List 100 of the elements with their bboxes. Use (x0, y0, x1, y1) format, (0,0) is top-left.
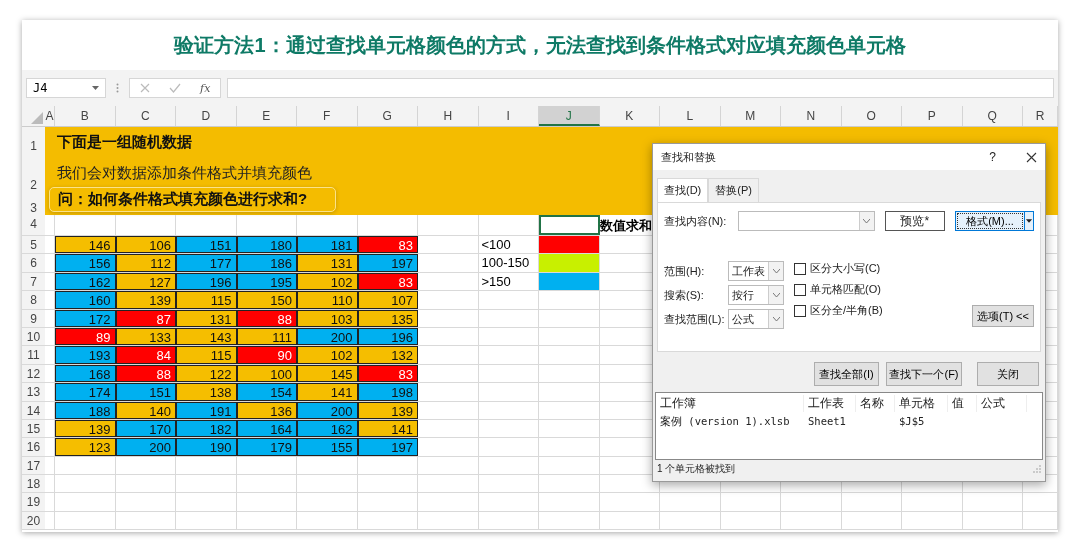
row-header[interactable]: 13 (22, 383, 45, 401)
column-header[interactable]: Q (962, 106, 1023, 126)
table-cell: 150 (236, 291, 297, 309)
table-cell: 198 (357, 383, 418, 401)
table-cell: 110 (297, 291, 358, 309)
column-header[interactable]: G (357, 106, 418, 126)
grip-icon (116, 83, 119, 93)
row-header[interactable]: 6 (22, 254, 45, 272)
row-header[interactable]: 18 (22, 475, 45, 493)
chevron-icon (772, 269, 780, 273)
column-header[interactable]: F (297, 106, 358, 126)
option-select[interactable]: 工作表 (728, 261, 784, 281)
table-cell: 138 (176, 383, 237, 401)
column-header[interactable]: B (55, 106, 116, 126)
table-cell: 155 (297, 438, 358, 456)
option-select[interactable]: 按行 (728, 285, 784, 305)
check-icon[interactable] (168, 83, 181, 93)
name-box[interactable]: J4 (26, 78, 106, 98)
column-heading[interactable]: 单元格 (895, 395, 948, 412)
table-cell: 83 (357, 236, 418, 254)
find-field[interactable] (738, 211, 875, 231)
row-header[interactable]: 8 (22, 291, 45, 309)
result-row[interactable]: 案例 (version 1).xlsb Sheet1 $J$5 (656, 415, 1042, 429)
table-cell: 200 (115, 438, 176, 456)
table-cell: 177 (176, 254, 237, 272)
table-cell: 90 (236, 346, 297, 364)
function-button[interactable]: fx (200, 81, 211, 95)
table-cell: 84 (115, 346, 176, 364)
checkbox[interactable] (794, 283, 806, 296)
table-cell: 154 (236, 383, 297, 401)
option-label: 搜索(S): (664, 287, 705, 303)
checkbox-label: 区分全/半角(B) (810, 303, 883, 318)
format-button[interactable]: 格式(M)... (955, 211, 1025, 231)
table-cell: 151 (176, 236, 237, 254)
column-header[interactable]: D (176, 106, 237, 126)
column-heading[interactable]: 工作簿 (656, 395, 804, 412)
table-cell: 123 (55, 438, 116, 456)
checkbox-label: 区分大小写(C) (810, 261, 881, 276)
row-header[interactable]: 5 (22, 236, 45, 254)
dialog-button[interactable]: 查找下一个(F) (886, 362, 962, 386)
checkbox[interactable] (794, 262, 806, 275)
table-cell: 151 (115, 383, 176, 401)
table-cell: 180 (236, 236, 297, 254)
dialog-tab[interactable]: 查找(D) (657, 178, 709, 202)
table-cell: 141 (297, 383, 358, 401)
column-header[interactable]: E (236, 106, 297, 126)
column-header[interactable]: K (599, 106, 660, 126)
selected-cell[interactable] (539, 215, 600, 235)
table-cell: 106 (115, 236, 176, 254)
column-header[interactable]: L (660, 106, 721, 126)
table-cell: 186 (236, 254, 297, 272)
column-header[interactable]: N (781, 106, 842, 126)
option-select[interactable]: 公式 (728, 309, 784, 329)
dialog-button[interactable]: 查找全部(I) (814, 362, 879, 386)
table-cell: 193 (55, 346, 116, 364)
status-text: 1 个单元格被找到 (657, 462, 736, 476)
table-cell: 174 (55, 383, 116, 401)
column-heading[interactable]: 公式 (977, 395, 1027, 412)
options-button[interactable]: 选项(T) << (972, 305, 1034, 327)
column-header[interactable]: H (418, 106, 479, 126)
question-callout: 问：如何条件格式填充颜色进行求和? (49, 187, 337, 212)
column-heading[interactable]: 名称 (856, 395, 895, 412)
note-text: 我们会对数据添加条件格式并填充颜色 (57, 163, 312, 183)
chevron-icon (772, 293, 780, 297)
table-cell: 115 (176, 291, 237, 309)
dialog-tab[interactable]: 替换(P) (708, 178, 759, 202)
option-label: 查找范围(L): (664, 311, 726, 327)
table-cell: 179 (236, 438, 297, 456)
dropdown-icon[interactable] (1025, 211, 1034, 231)
table-cell: 112 (115, 254, 176, 272)
column-header[interactable]: A (45, 106, 55, 126)
table-cell: 146 (55, 236, 116, 254)
row-header[interactable]: 16 (22, 438, 45, 456)
dialog-title: 查找和替换 (661, 149, 717, 165)
column-heading[interactable]: 工作表 (804, 395, 856, 412)
column-header[interactable]: C (115, 106, 176, 126)
column-header[interactable]: M (720, 106, 781, 126)
formula-input[interactable] (227, 78, 1054, 98)
dialog-button[interactable]: 关闭 (977, 362, 1039, 386)
chevron-icon (772, 317, 780, 321)
checkbox[interactable] (794, 304, 806, 317)
column-header[interactable]: O (841, 106, 902, 126)
find-label: 查找内容(N): (664, 213, 728, 229)
table-cell: 102 (297, 346, 358, 364)
column-header[interactable]: J (539, 106, 600, 126)
table-cell: 181 (297, 236, 358, 254)
row-header[interactable]: 19 (22, 493, 45, 511)
resize-grip-icon[interactable] (1033, 465, 1041, 473)
close-icon[interactable] (1026, 151, 1037, 163)
help-button[interactable]: ? (989, 150, 996, 164)
column-header[interactable]: R (1023, 106, 1058, 126)
option-label: 范围(H): (664, 263, 706, 279)
preview-box: 预览* (884, 211, 945, 231)
table-cell: 132 (357, 346, 418, 364)
row-header[interactable]: 4 (22, 215, 45, 235)
column-heading[interactable]: 值 (948, 395, 977, 412)
table-cell: 139 (115, 291, 176, 309)
table-cell: 190 (176, 438, 237, 456)
column-header[interactable]: P (902, 106, 963, 126)
row-header[interactable]: 11 (22, 346, 45, 364)
